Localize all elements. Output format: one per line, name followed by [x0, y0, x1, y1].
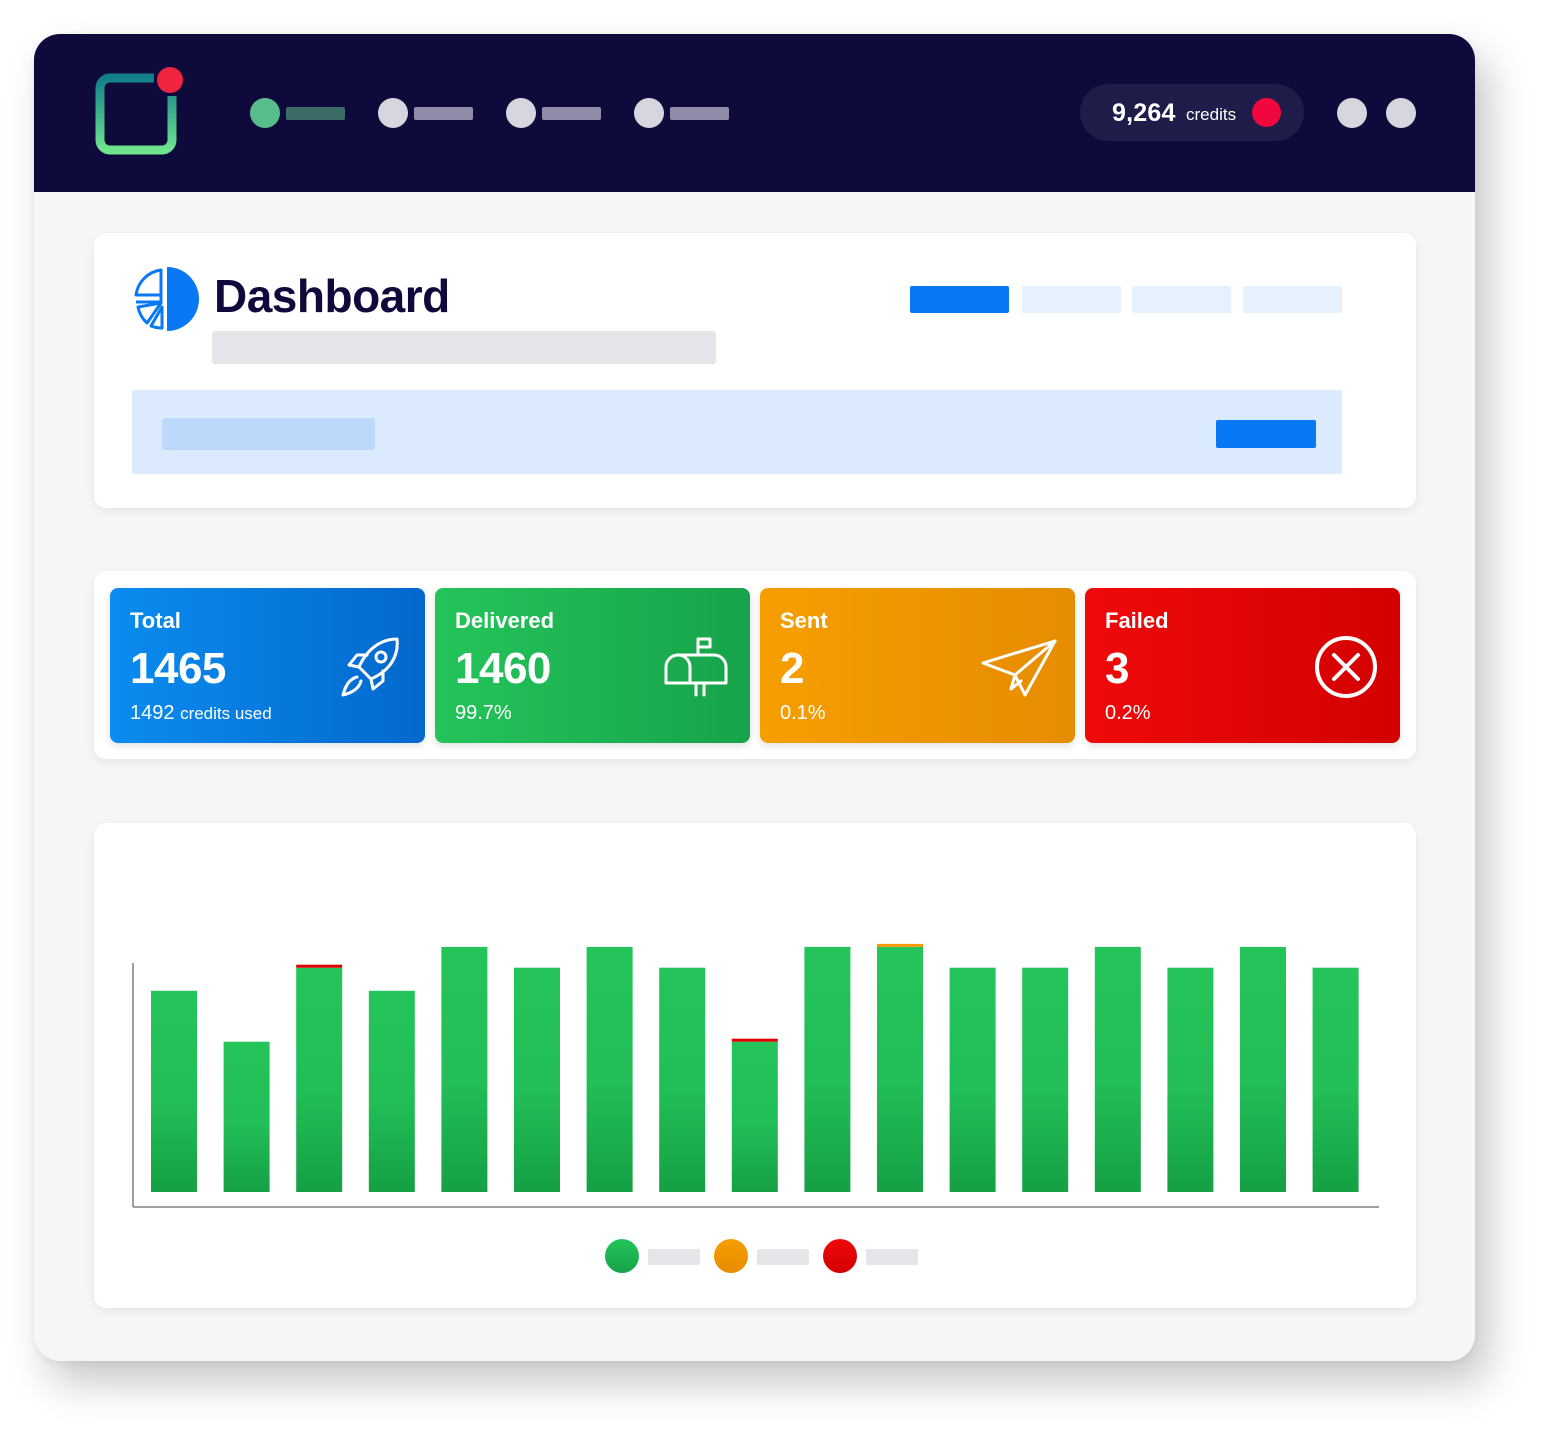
stat-sub: 1492 credits used	[130, 702, 272, 725]
bar-delivered-3[interactable]	[296, 967, 343, 1192]
stat-total[interactable]: Total 1465 1492 credits used	[110, 588, 425, 743]
legend-item-sent[interactable]	[714, 1239, 824, 1273]
credits-status-dot	[1252, 98, 1281, 127]
dashboard-header-card: Dashboard	[94, 233, 1416, 508]
bar-delivered-6[interactable]	[514, 967, 560, 1192]
mailbox-icon	[664, 637, 728, 697]
nav-item-icon	[506, 98, 536, 128]
stat-failed[interactable]: Failed 3 0.2%	[1085, 588, 1400, 743]
stat-value: 1465	[130, 644, 226, 693]
bar-delivered-12[interactable]	[949, 967, 996, 1192]
bar-delivered-2[interactable]	[223, 1041, 270, 1192]
legend-item-failed[interactable]	[823, 1239, 933, 1273]
banner-action-button[interactable]	[1216, 420, 1316, 448]
stat-value: 3	[1105, 644, 1129, 693]
bar-delivered-10[interactable]	[804, 946, 851, 1192]
legend-item-delivered[interactable]	[605, 1239, 715, 1273]
paper-plane-icon	[981, 639, 1057, 697]
banner-text-placeholder	[162, 418, 375, 450]
tab-4[interactable]	[1243, 286, 1342, 313]
tab-1[interactable]	[910, 286, 1009, 313]
chart-legend	[605, 1239, 935, 1273]
tab-2[interactable]	[1022, 286, 1121, 313]
nav-item-label-placeholder	[542, 107, 601, 120]
stacked-bar-chart	[132, 943, 1379, 1208]
legend-dot-delivered	[605, 1239, 639, 1273]
subtitle-placeholder	[212, 331, 716, 364]
bar-delivered-7[interactable]	[586, 946, 633, 1192]
nav-item-label-placeholder	[286, 107, 345, 120]
nav-item-label-placeholder	[414, 107, 473, 120]
bar-delivered-9[interactable]	[731, 1041, 778, 1192]
app-window: 9,264 credits Dashboard Total 1465 1492 …	[34, 34, 1475, 1361]
bar-delivered-14[interactable]	[1094, 946, 1141, 1192]
bar-sent-11[interactable]	[877, 943, 923, 947]
stat-value: 1460	[455, 644, 551, 693]
legend-dot-sent	[714, 1239, 748, 1273]
stat-delivered[interactable]: Delivered 1460 99.7%	[435, 588, 750, 743]
legend-label-placeholder	[648, 1249, 700, 1265]
app-logo-icon[interactable]	[94, 64, 184, 156]
credits-used-value: 1492	[130, 702, 175, 724]
bar-delivered-8[interactable]	[659, 967, 706, 1192]
stat-label: Sent	[780, 608, 828, 633]
user-avatar-icon[interactable]	[1386, 98, 1416, 128]
credits-used-label: credits used	[180, 704, 272, 723]
rocket-icon	[341, 637, 399, 697]
pie-chart-icon	[134, 267, 199, 331]
legend-label-placeholder	[757, 1249, 809, 1265]
stat-label: Total	[130, 608, 181, 633]
bar-delivered-1[interactable]	[151, 990, 197, 1192]
stat-sent[interactable]: Sent 2 0.1%	[760, 588, 1075, 743]
bar-delivered-16[interactable]	[1240, 946, 1286, 1192]
x-circle-icon	[1315, 636, 1377, 698]
credits-badge[interactable]: 9,264 credits	[1080, 84, 1304, 141]
chart-card	[94, 823, 1416, 1308]
stat-sub: 0.1%	[780, 702, 826, 724]
legend-label-placeholder	[866, 1249, 918, 1265]
info-banner	[132, 390, 1342, 474]
nav-item-icon	[634, 98, 664, 128]
bar-delivered-4[interactable]	[368, 990, 415, 1192]
stat-sub: 99.7%	[455, 702, 512, 724]
bar-delivered-13[interactable]	[1022, 967, 1069, 1192]
bar-delivered-5[interactable]	[441, 946, 488, 1192]
legend-dot-failed	[823, 1239, 857, 1273]
nav-item-icon	[250, 98, 280, 128]
bar-delivered-11[interactable]	[877, 946, 923, 1192]
credits-label: credits	[1186, 105, 1237, 124]
top-navigation-bar: 9,264 credits	[34, 34, 1475, 192]
stats-card: Total 1465 1492 credits used Delivered 1…	[94, 571, 1416, 759]
nav-item-icon	[378, 98, 408, 128]
bar-failed-9[interactable]	[731, 1038, 778, 1042]
bar-failed-3[interactable]	[296, 964, 343, 968]
credits-count: 9,264	[1112, 99, 1176, 127]
stat-label: Failed	[1105, 608, 1169, 633]
stat-sub: 0.2%	[1105, 702, 1151, 724]
notifications-icon[interactable]	[1337, 98, 1367, 128]
bar-delivered-15[interactable]	[1167, 967, 1214, 1192]
page-title: Dashboard	[214, 270, 450, 322]
stat-value: 2	[780, 644, 804, 693]
bar-delivered-17[interactable]	[1312, 967, 1359, 1192]
tab-3[interactable]	[1132, 286, 1231, 313]
stat-label: Delivered	[455, 608, 555, 633]
nav-item-label-placeholder	[670, 107, 729, 120]
